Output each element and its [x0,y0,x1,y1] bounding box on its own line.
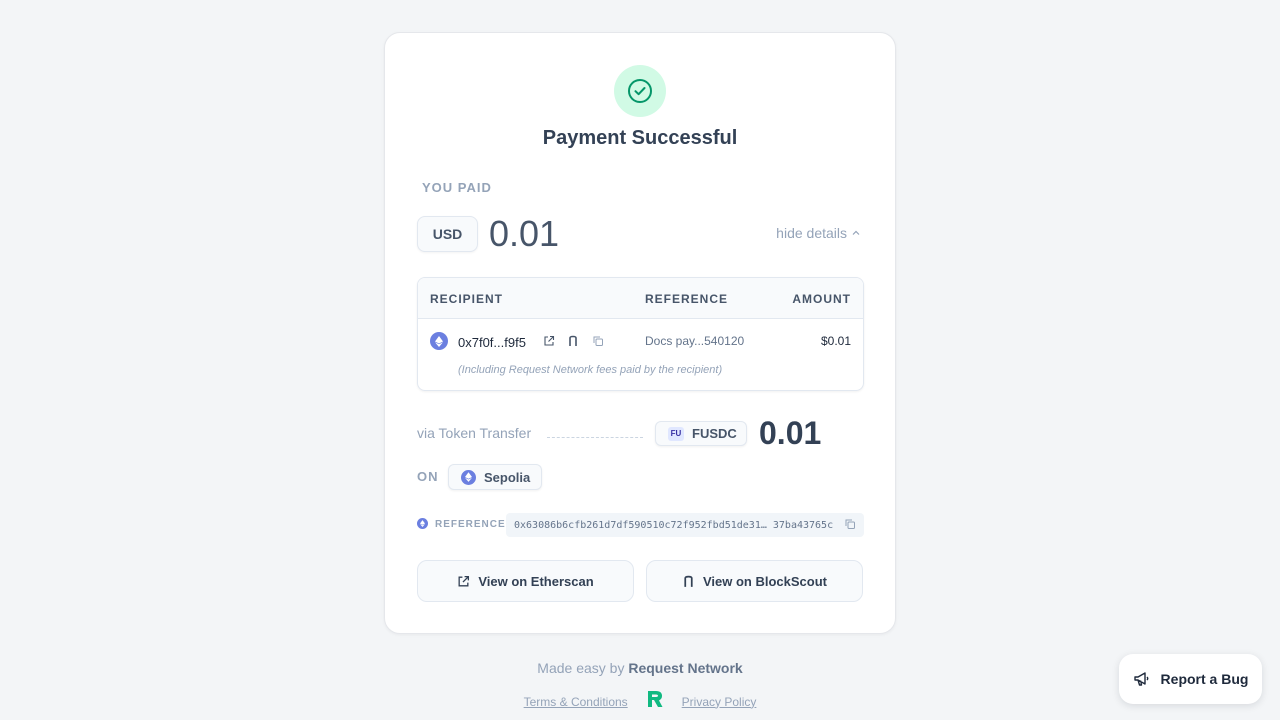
ethereum-icon [417,518,428,529]
hide-details-label: hide details [776,225,847,241]
token-name: FUSDC [692,426,737,441]
report-bug-label: Report a Bug [1160,671,1249,687]
check-circle-icon [614,65,666,117]
via-label: via Token Transfer [417,425,532,441]
blockscout-label: View on BlockScout [702,573,827,589]
reference-cell: Docs pay...540120 [645,334,745,348]
brand-link[interactable]: Request Network [628,660,742,676]
request-network-logo-icon [646,690,664,713]
page-title: Payment Successful [542,127,738,149]
copy-icon[interactable] [844,518,856,533]
amount-cell: $0.01 [820,334,851,348]
report-bug-button[interactable]: Report a Bug [1119,654,1262,704]
megaphone-icon [1133,672,1148,686]
footer-links: Terms & Conditions Privacy Policy [0,690,1280,713]
privacy-link[interactable]: Privacy Policy [682,695,757,709]
ethereum-icon [430,332,448,350]
dashed-divider [547,437,643,438]
header-recipient: RECIPIENT [430,292,504,306]
view-on-etherscan-button[interactable]: View on Etherscan [417,560,634,602]
terms-link[interactable]: Terms & Conditions [524,695,628,709]
currency-chip: USD [417,216,478,252]
hide-details-toggle[interactable]: hide details [776,225,861,241]
payment-details-table: RECIPIENT REFERENCE AMOUNT 0x7f0f...f9f5… [417,277,864,391]
reference-field: 0x63086b6cfb261d7df590510c72f952fbd51de3… [506,513,864,537]
fee-note: (Including Request Network fees paid by … [458,364,723,376]
recipient-address: 0x7f0f...f9f5 [458,335,526,350]
paid-amount: 0.01 [489,213,560,254]
view-on-blockscout-button[interactable]: View on BlockScout [646,560,863,602]
external-link-icon [458,575,470,586]
copy-icon[interactable] [591,334,605,348]
etherscan-label: View on Etherscan [478,573,594,589]
ethereum-icon [461,469,476,485]
chevron-up-icon [852,230,860,235]
header-reference: REFERENCE [645,292,729,306]
you-paid-label: YOU PAID [422,180,492,195]
external-link-icon[interactable] [542,334,556,348]
network-name: Sepolia [484,469,531,485]
reference-value: 0x63086b6cfb261d7df590510c72f952fbd51de3… [514,519,834,531]
table-row: 0x7f0f...f9f5 Docs pay...540120 $0.01 (I… [418,319,863,390]
network-chip: Sepolia [448,464,542,490]
made-easy-text: Made easy by [537,660,625,676]
footer-credit: Made easy by Request Network [0,660,1280,676]
payment-receipt-card: Payment Successful YOU PAID USD 0.01 hid… [384,32,896,634]
header-amount: AMOUNT [792,292,851,306]
table-header: RECIPIENT REFERENCE AMOUNT [418,278,863,319]
on-label: ON [417,469,439,484]
blockscout-icon [684,575,693,587]
token-amount: 0.01 [759,415,822,451]
token-badge: FU [668,426,684,441]
reference-label: REFERENCE [435,519,506,530]
blockscout-icon[interactable] [566,334,580,348]
token-chip: FU FUSDC [655,421,747,446]
